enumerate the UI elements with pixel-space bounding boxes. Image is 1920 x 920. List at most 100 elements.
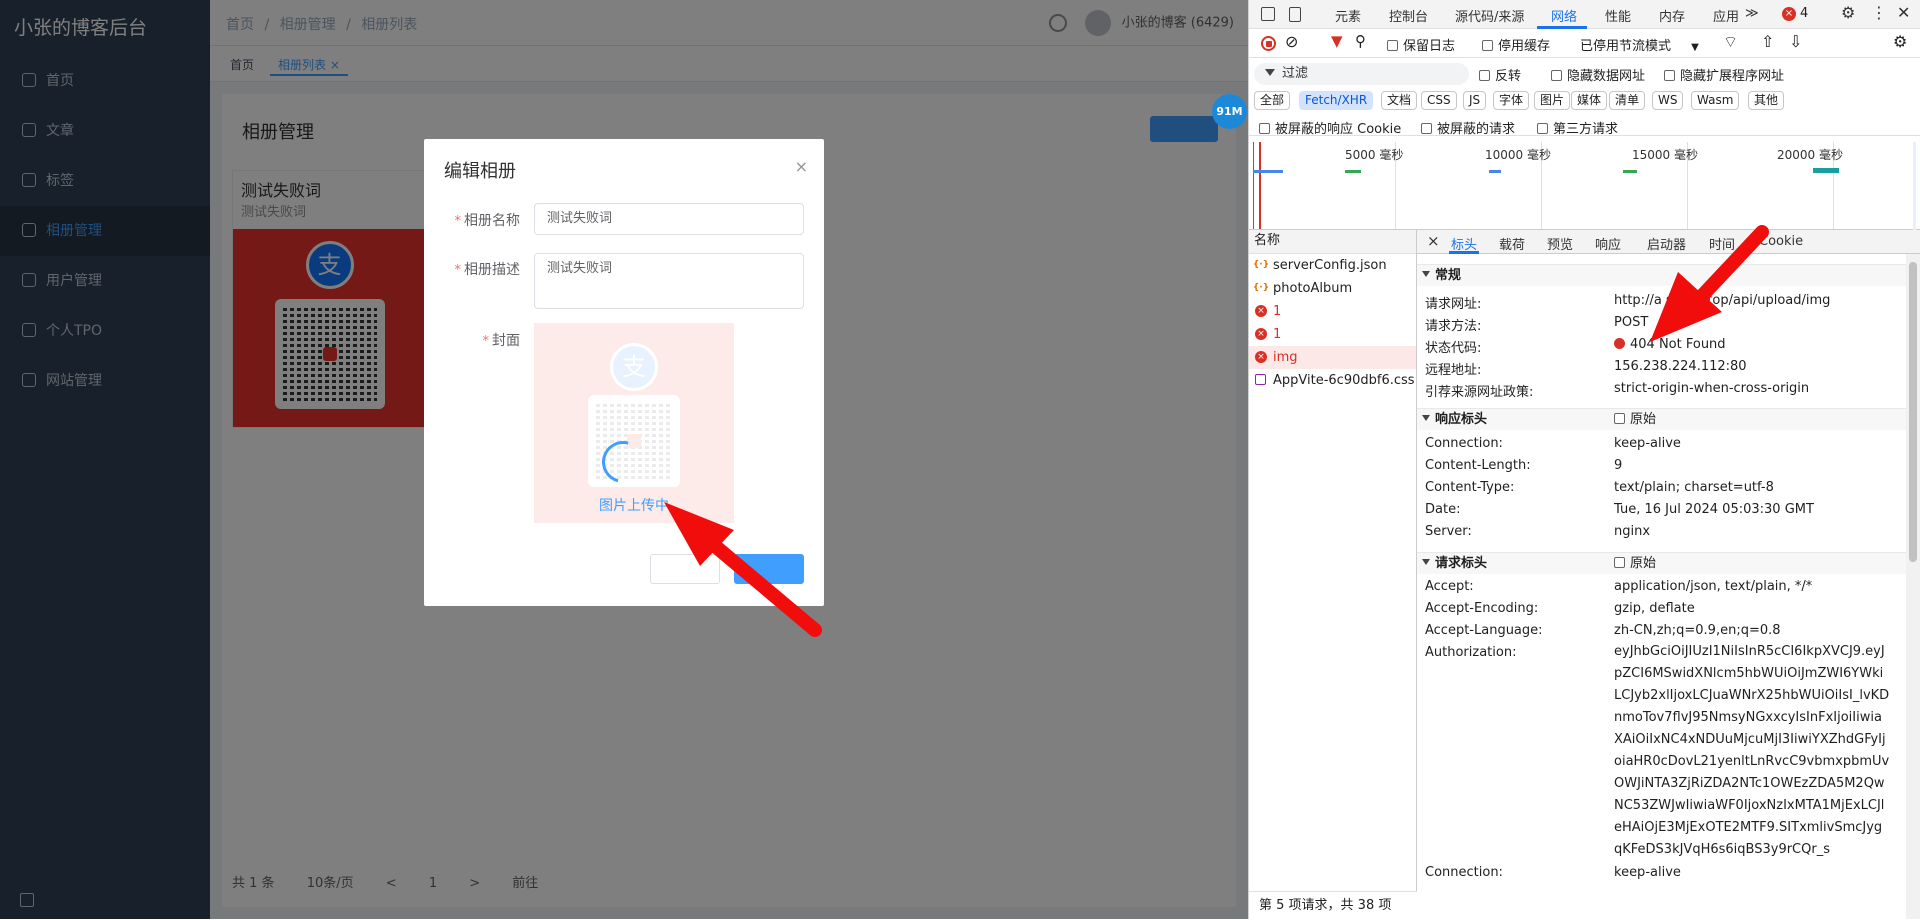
- request-detail-pane: × 标头 载荷 预览 响应 启动器 时间 Cookie 常规 请求网址: htt…: [1417, 230, 1920, 919]
- preserve-log-checkbox[interactable]: 保留日志: [1387, 35, 1455, 54]
- hide-data-urls-checkbox[interactable]: 隐藏数据网址: [1551, 65, 1645, 84]
- error-icon[interactable]: ×: [1782, 7, 1796, 21]
- error-count[interactable]: 4: [1800, 6, 1808, 21]
- album-name-input[interactable]: 测试失败词: [534, 203, 804, 235]
- tab-payload[interactable]: 载荷: [1499, 234, 1525, 253]
- header-value: eyJhbGciOiJIUzI1NiIsInR5cCI6IkpXVCJ9.eyJ…: [1614, 644, 1890, 857]
- name-column-header[interactable]: 名称: [1249, 230, 1416, 254]
- request-list: 名称 {·} serverConfig.json {·} photoAlbum × 1 × 1…: [1249, 230, 1417, 919]
- filter-chip-4[interactable]: JS: [1463, 91, 1487, 110]
- filter-chip-2[interactable]: 文档: [1381, 91, 1418, 110]
- scrollbar-thumb[interactable]: [1909, 262, 1917, 562]
- blocked-cookies-checkbox[interactable]: 被屏蔽的响应 Cookie: [1259, 118, 1401, 137]
- edit-album-dialog: 编辑相册 × *相册名称 测试失败词 *相册描述 测试失败词 *封面 支 图片上…: [424, 139, 824, 606]
- network-settings-icon[interactable]: ⚙: [1893, 32, 1907, 51]
- tab-initiator[interactable]: 启动器: [1647, 234, 1686, 253]
- devtools-tab-6[interactable]: 应用: [1713, 6, 1739, 25]
- filter-chip-6[interactable]: 图片: [1534, 91, 1571, 110]
- header-name: Accept:: [1425, 579, 1474, 594]
- request-name: photoAlbum: [1273, 281, 1353, 296]
- tab-cookies[interactable]: Cookie: [1759, 234, 1803, 249]
- third-party-checkbox[interactable]: 第三方请求: [1537, 118, 1618, 137]
- filter-chip-9[interactable]: WS: [1652, 91, 1684, 110]
- request-headers-section-header[interactable]: 请求标头 原始: [1417, 552, 1906, 574]
- devtools-tab-5[interactable]: 内存: [1659, 6, 1685, 25]
- blog-admin-app: 小张的博客后台 首页文章标签相册管理用户管理个人TPO网站管理 首页 / 相册管…: [0, 0, 1248, 919]
- filter-chip-7[interactable]: 媒体: [1571, 91, 1608, 110]
- devtools-tab-3[interactable]: 网络: [1551, 6, 1577, 25]
- header-name: Date:: [1425, 502, 1461, 517]
- devtools-tab-2[interactable]: 源代码/来源: [1455, 6, 1524, 25]
- throttle-select[interactable]: 已停用节流模式 ▼: [1580, 35, 1699, 54]
- error-icon: ×: [1255, 328, 1267, 340]
- export-har-icon[interactable]: ⇩: [1789, 32, 1802, 51]
- filter-chip-3[interactable]: CSS: [1421, 91, 1457, 110]
- response-headers-section-header[interactable]: 响应标头 原始: [1417, 408, 1906, 430]
- cover-label: * 封面: [482, 333, 521, 349]
- devtools-panel: 元素 控制台 源代码/来源 网络 性能 内存 应用 ≫ × 4 ⚙ ⋮ ✕ ⊘ ▼ ⚲ 保留…: [1248, 0, 1920, 919]
- header-name: Connection:: [1425, 865, 1503, 880]
- tab-timing[interactable]: 时间: [1709, 234, 1735, 253]
- header-name: Authorization:: [1425, 645, 1517, 660]
- request-name: 1: [1273, 327, 1282, 342]
- request-row[interactable]: {·} serverConfig.json: [1249, 254, 1416, 277]
- cancel-button[interactable]: [649, 554, 720, 584]
- close-devtools-icon[interactable]: ✕: [1897, 3, 1910, 22]
- network-conditions-icon[interactable]: ⌔: [1723, 32, 1738, 52]
- close-icon[interactable]: ×: [795, 157, 808, 176]
- device-toolbar-icon[interactable]: [1289, 7, 1301, 22]
- tab-preview[interactable]: 预览: [1547, 234, 1573, 253]
- import-har-icon[interactable]: ⇧: [1761, 32, 1774, 51]
- filter-chip-10[interactable]: Wasm: [1691, 91, 1740, 110]
- invert-checkbox[interactable]: 反转: [1479, 65, 1521, 84]
- more-menu-icon[interactable]: ⋮: [1871, 3, 1887, 22]
- request-row[interactable]: × img: [1249, 346, 1416, 369]
- blocked-requests-checkbox[interactable]: 被屏蔽的请求: [1421, 118, 1515, 137]
- search-icon[interactable]: ⚲: [1355, 32, 1366, 50]
- cover-uploader[interactable]: 支 图片上传中: [534, 323, 734, 523]
- error-icon: ×: [1255, 305, 1267, 317]
- memory-usage-badge[interactable]: 91M: [1212, 94, 1247, 129]
- filter-chip-1[interactable]: Fetch/XHR: [1299, 91, 1374, 110]
- filter-input[interactable]: 过滤: [1254, 63, 1469, 85]
- network-timeline-overview[interactable]: 5000 毫秒 10000 毫秒 15000 毫秒 20000 毫秒: [1249, 142, 1920, 230]
- remote-address-value: 156.238.224.112:80: [1614, 359, 1747, 374]
- raw-toggle-checkbox[interactable]: 原始: [1614, 553, 1656, 575]
- detail-scrollbar[interactable]: [1906, 254, 1920, 919]
- header-name: Accept-Encoding:: [1425, 601, 1539, 616]
- raw-toggle-checkbox[interactable]: 原始: [1614, 409, 1656, 431]
- header-value: keep-alive: [1614, 436, 1681, 451]
- request-row[interactable]: AppVite-6c90dbf6.css: [1249, 369, 1416, 392]
- filter-funnel-icon[interactable]: ▼: [1331, 32, 1343, 50]
- clear-icon[interactable]: ⊘: [1285, 32, 1298, 51]
- header-name: Connection:: [1425, 436, 1503, 451]
- timeline-label: 5000 毫秒: [1345, 148, 1404, 162]
- filter-chip-0[interactable]: 全部: [1254, 91, 1291, 110]
- request-method-value: POST: [1614, 315, 1649, 330]
- devtools-tab-1[interactable]: 控制台: [1389, 6, 1428, 25]
- disable-cache-checkbox[interactable]: 停用缓存: [1482, 35, 1550, 54]
- request-row[interactable]: × 1: [1249, 300, 1416, 323]
- album-desc-textarea[interactable]: 测试失败词: [534, 253, 804, 309]
- general-section-header[interactable]: 常规: [1417, 264, 1906, 286]
- request-row[interactable]: × 1: [1249, 323, 1416, 346]
- hide-extension-urls-checkbox[interactable]: 隐藏扩展程序网址: [1664, 65, 1784, 84]
- settings-gear-icon[interactable]: ⚙: [1841, 3, 1855, 22]
- filter-chip-11[interactable]: 其他: [1748, 91, 1785, 110]
- devtools-tab-0[interactable]: 元素: [1335, 6, 1361, 25]
- timeline-label: 20000 毫秒: [1777, 148, 1843, 162]
- more-tabs-icon[interactable]: ≫: [1745, 6, 1759, 21]
- upload-loading-mask: [534, 323, 734, 523]
- inspect-element-icon[interactable]: [1261, 7, 1275, 21]
- filter-bar: 过滤 反转 隐藏数据网址 隐藏扩展程序网址 全部 Fetch/XHR 文档 CSS JS…: [1249, 58, 1920, 137]
- filter-chip-5[interactable]: 字体: [1493, 91, 1530, 110]
- devtools-tab-4[interactable]: 性能: [1605, 6, 1631, 25]
- error-icon: ×: [1255, 351, 1267, 363]
- devtools-tab-bar: 元素 控制台 源代码/来源 网络 性能 内存 应用 ≫ × 4 ⚙ ⋮ ✕: [1249, 0, 1920, 29]
- tab-response[interactable]: 响应: [1595, 234, 1621, 253]
- filter-chip-8[interactable]: 清单: [1609, 91, 1646, 110]
- request-row[interactable]: {·} photoAlbum: [1249, 277, 1416, 300]
- confirm-button[interactable]: [734, 554, 804, 584]
- close-detail-icon[interactable]: ×: [1427, 232, 1440, 250]
- record-stop-icon[interactable]: [1261, 36, 1276, 51]
